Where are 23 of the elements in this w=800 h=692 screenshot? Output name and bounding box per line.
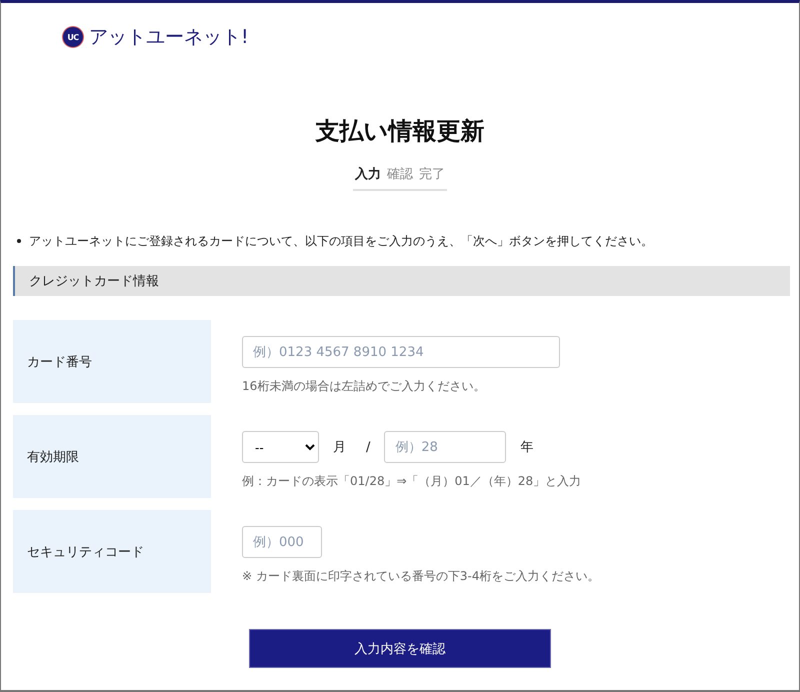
field-hint: ※ カード裏面に印字されている番号の下3-4桁をご入力ください。 xyxy=(242,568,600,585)
month-select[interactable]: -- xyxy=(242,431,319,463)
page-title: 支払い情報更新 xyxy=(314,116,486,147)
month-unit: 月 xyxy=(333,439,346,456)
field-label: カード番号 xyxy=(13,320,211,403)
section-header: クレジットカード情報 xyxy=(13,266,790,296)
separator: / xyxy=(366,440,370,454)
field-label: 有効期限 xyxy=(13,415,211,498)
logo-text: アットユーネット! xyxy=(89,25,249,50)
field-label: セキュリティコード xyxy=(13,510,211,593)
logo-icon: UC xyxy=(63,27,83,47)
step-label: 完了 xyxy=(419,166,445,183)
bullet-icon xyxy=(17,239,21,243)
field-hint: 例：カードの表示「01/28」⇒「（月）01／（年）28」と入力 xyxy=(242,473,582,490)
confirm-button[interactable]: 入力内容を確認 xyxy=(249,629,551,668)
year-unit: 年 xyxy=(520,439,534,456)
field-hint: 16桁未満の場合は左詰めでご入力ください。 xyxy=(242,378,486,395)
step-label: 入力 xyxy=(355,166,381,183)
step-label: 確認 xyxy=(387,166,413,183)
year-field[interactable]: 例）28 xyxy=(384,431,506,463)
instruction-text: アットユーネットにご登録されるカードについて、以下の項目をご入力のうえ、「次へ」ボタンを押してください。 xyxy=(29,233,653,250)
card-number-field[interactable]: 例）0123 4567 8910 1234 xyxy=(242,336,560,368)
security-code-field[interactable]: 例）000 xyxy=(242,526,322,558)
